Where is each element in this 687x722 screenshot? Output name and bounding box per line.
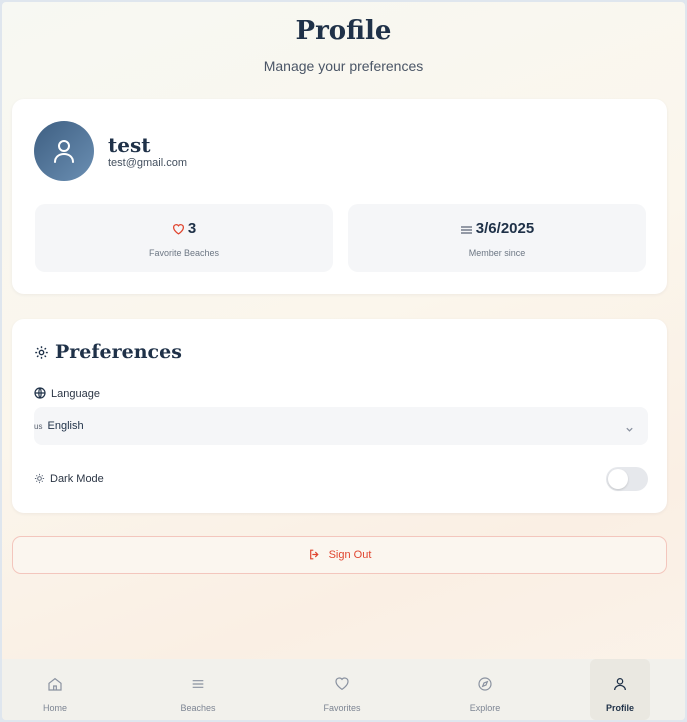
- preferences-card: Preferences Language us English Dark Mod…: [12, 319, 667, 513]
- home-icon: [47, 676, 63, 697]
- user-icon: [54, 140, 74, 163]
- nav-explore[interactable]: Explore: [455, 659, 515, 720]
- globe-icon: [34, 387, 46, 402]
- sun-icon: [34, 473, 45, 487]
- nav-profile-label: Profile: [605, 703, 634, 713]
- nav-home-label: Home: [42, 703, 67, 713]
- nav-favorites[interactable]: Favorites: [312, 659, 372, 720]
- heart-icon: [172, 222, 185, 239]
- list-icon: [190, 676, 206, 697]
- calendar-icon: [460, 222, 473, 239]
- favorites-stat: 3 Favorite Beaches: [35, 204, 333, 272]
- preferences-heading: Preferences: [34, 341, 182, 365]
- dark-mode-toggle[interactable]: [606, 467, 648, 491]
- nav-home[interactable]: Home: [25, 659, 85, 720]
- member-since-stat: 3/6/2025 Member since: [348, 204, 646, 272]
- logout-icon: [308, 548, 321, 564]
- favorites-label: Favorite Beaches: [148, 248, 220, 258]
- gear-icon: [34, 343, 49, 365]
- member-since-label: Member since: [468, 248, 526, 258]
- avatar: [34, 121, 94, 181]
- user-email: test@gmail.com: [108, 157, 188, 169]
- toggle-knob: [608, 469, 628, 489]
- page-subtitle: Manage your preferences: [263, 58, 424, 74]
- nav-beaches-label: Beaches: [180, 703, 216, 713]
- language-label-text: Language: [51, 388, 100, 400]
- username: test: [108, 133, 151, 157]
- user-icon: [612, 676, 628, 697]
- language-value: English: [47, 420, 84, 432]
- language-label: Language: [34, 387, 100, 402]
- sign-out-label: Sign Out: [328, 549, 372, 561]
- language-flag: us: [34, 422, 43, 431]
- language-selected-value: us English: [34, 420, 84, 432]
- heart-icon: [334, 676, 350, 697]
- language-select[interactable]: us English: [34, 407, 648, 445]
- nav-favorites-label: Favorites: [323, 703, 361, 713]
- member-since-date: 3/6/2025: [475, 220, 535, 237]
- dark-mode-label: Dark Mode: [34, 473, 104, 487]
- profile-card: test test@gmail.com 3 Favorite Beaches 3…: [12, 99, 667, 294]
- nav-profile[interactable]: Profile: [590, 659, 650, 720]
- dark-mode-label-text: Dark Mode: [50, 473, 104, 485]
- chevron-down-icon: [625, 421, 634, 439]
- nav-explore-label: Explore: [469, 703, 501, 713]
- bottom-nav: Home Beaches Favorites Explore Profile: [2, 659, 685, 720]
- app-screen: Profile Manage your preferences test tes…: [2, 2, 685, 720]
- compass-icon: [477, 676, 493, 697]
- nav-beaches[interactable]: Beaches: [168, 659, 228, 720]
- page-title: Profile: [295, 16, 392, 46]
- sign-out-button[interactable]: Sign Out: [12, 536, 667, 574]
- favorites-count: 3: [187, 220, 197, 237]
- preferences-title: Preferences: [55, 341, 182, 363]
